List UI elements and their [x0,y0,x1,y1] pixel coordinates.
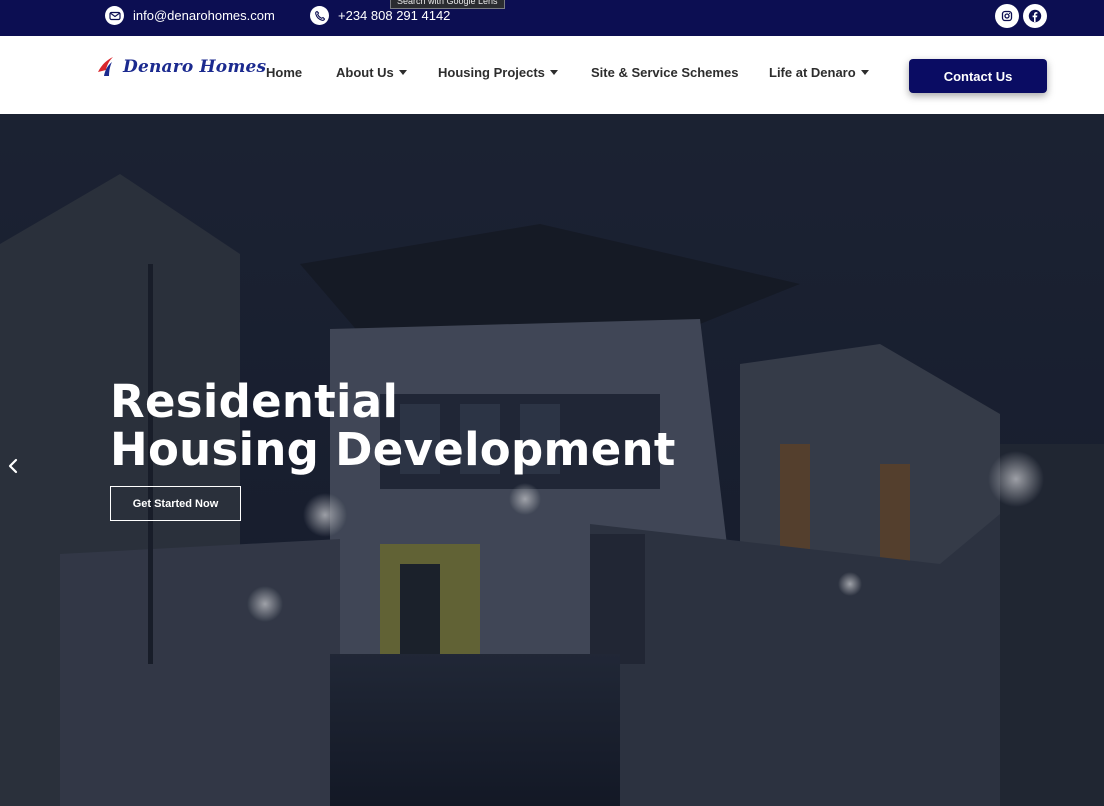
nav-home[interactable]: Home [266,65,302,80]
nav-about-us[interactable]: About Us [336,65,407,80]
logo[interactable]: Denaro Homes [96,54,266,80]
top-contact-bar: info@denarohomes.com +234 808 291 4142 S… [0,0,1104,36]
logo-text: Denaro Homes [123,57,267,77]
nav-life-at-denaro[interactable]: Life at Denaro [769,65,869,80]
hero-title: Residential Housing Development [110,378,676,474]
phone-icon [310,6,329,25]
get-started-button[interactable]: Get Started Now [110,486,241,521]
phone-text[interactable]: +234 808 291 4142 [338,8,450,23]
nav-home-label: Home [266,65,303,80]
nav-site-service-schemes-label: Site & Service Schemes [591,65,739,80]
google-lens-tooltip: Search with Google Lens [390,0,505,9]
nav-site-service-schemes[interactable]: Site & Service Schemes [591,65,738,80]
nav-about-us-label: About Us [336,65,394,80]
nav-life-at-denaro-label: Life at Denaro [769,65,856,80]
caret-down-icon [860,70,869,75]
instagram-icon[interactable] [995,4,1019,28]
hero-title-line2: Housing Development [110,423,676,476]
email-text[interactable]: info@denarohomes.com [133,8,275,23]
caret-down-icon [549,70,558,75]
chevron-left-icon[interactable] [4,455,22,477]
hero-slider: Residential Housing Development Get Star… [0,114,1104,806]
nav-housing-projects-label: Housing Projects [438,65,545,80]
email-contact[interactable]: info@denarohomes.com [105,6,275,25]
main-navbar: Denaro Homes Home About Us Housing Proje… [0,36,1104,114]
hero-title-line1: Residential [110,375,399,428]
logo-mark-icon [98,57,113,76]
nav-housing-projects[interactable]: Housing Projects [438,65,558,80]
contact-us-button[interactable]: Contact Us [909,59,1047,93]
mail-icon [105,6,124,25]
caret-down-icon [398,70,407,75]
facebook-icon[interactable] [1023,4,1047,28]
